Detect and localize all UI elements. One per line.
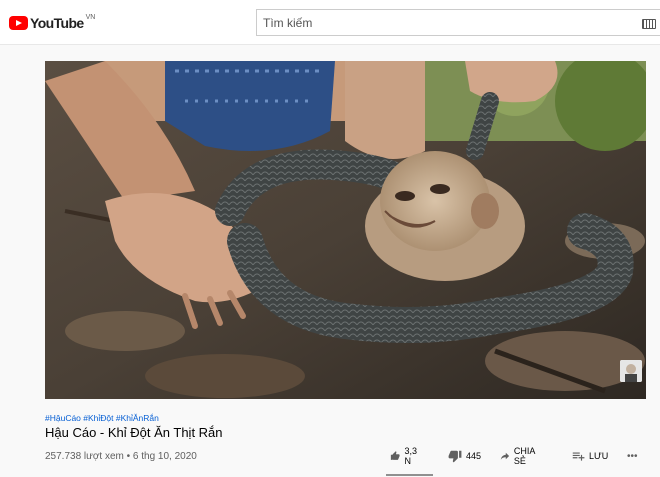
search-placeholder: Tìm kiếm bbox=[263, 16, 313, 30]
logo-text: YouTube bbox=[30, 15, 84, 31]
like-button[interactable]: 3,3 N bbox=[390, 446, 421, 466]
dislike-count: 445 bbox=[466, 451, 482, 461]
thumbs-up-icon bbox=[390, 451, 400, 460]
video-hashtags[interactable]: #HậuCáo #KhỉĐột #KhỉĂnRắn bbox=[45, 413, 159, 423]
more-button[interactable]: ••• bbox=[627, 446, 638, 466]
youtube-logo-icon bbox=[9, 16, 28, 30]
masthead: YouTube VN Tìm kiếm bbox=[0, 0, 660, 45]
youtube-logo[interactable]: YouTube VN bbox=[9, 12, 95, 34]
dislike-button[interactable]: 445 bbox=[448, 446, 481, 466]
share-button[interactable]: CHIA SẺ bbox=[500, 446, 539, 466]
playlist-add-icon bbox=[572, 452, 585, 461]
search-input[interactable]: Tìm kiếm bbox=[256, 9, 660, 36]
share-arrow-icon bbox=[500, 452, 510, 460]
save-button[interactable]: LƯU bbox=[571, 446, 608, 466]
share-label: CHIA SẺ bbox=[513, 446, 535, 466]
channel-watermark-avatar[interactable] bbox=[620, 360, 642, 382]
more-horizontal-icon: ••• bbox=[627, 450, 638, 462]
save-label: LƯU bbox=[589, 451, 609, 461]
like-count: 3,3 N bbox=[404, 446, 417, 466]
thumbs-down-icon bbox=[448, 450, 462, 463]
video-frame bbox=[45, 61, 646, 399]
country-code: VN bbox=[85, 13, 96, 21]
keyboard-icon[interactable] bbox=[642, 19, 656, 29]
video-title: Hậu Cáo - Khỉ Đột Ăn Thịt Rắn bbox=[45, 425, 223, 440]
sentiment-bar bbox=[386, 474, 433, 476]
view-count-date: 257.738 lượt xem • 6 thg 10, 2020 bbox=[45, 451, 197, 462]
avatar-image bbox=[620, 360, 642, 382]
video-player[interactable] bbox=[45, 61, 646, 399]
